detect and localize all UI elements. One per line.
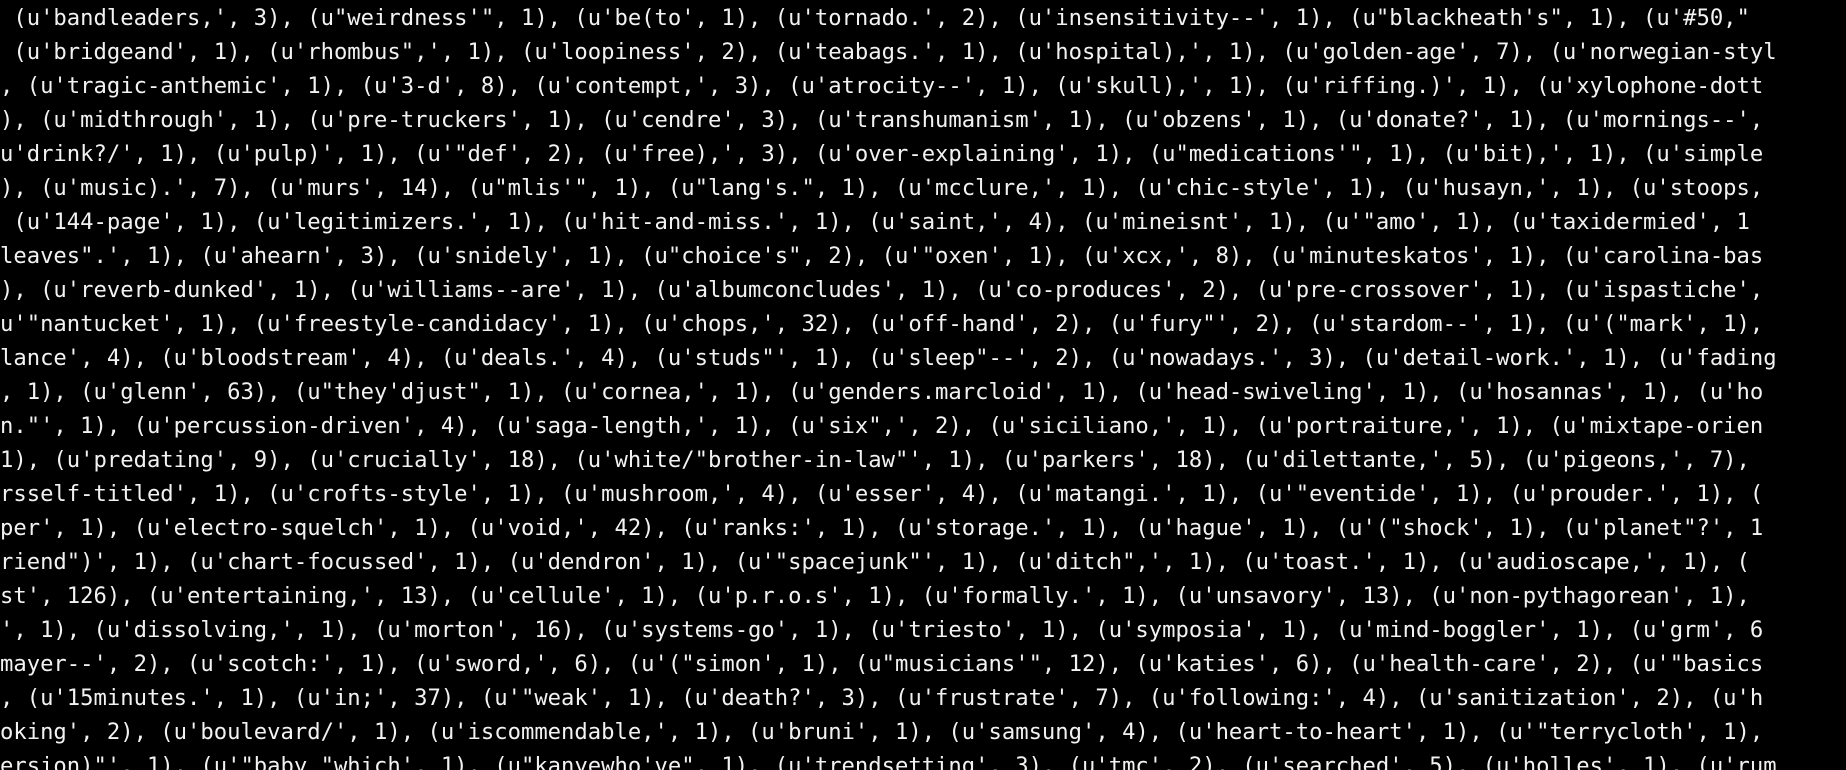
terminal-line: rsself-titled', 1), (u'crofts-style', 1)… — [0, 481, 1764, 507]
terminal-line: per', 1), (u'electro-squelch', 1), (u'vo… — [0, 515, 1764, 541]
terminal-line: ), (u'midthrough', 1), (u'pre-truckers',… — [0, 107, 1764, 133]
terminal-line: (u'bandleaders,', 3), (u"weirdness'", 1)… — [0, 5, 1750, 31]
terminal-line: , (u'tragic-anthemic', 1), (u'3-d', 8), … — [0, 73, 1764, 99]
terminal-line: leaves".', 1), (u'ahearn', 3), (u'snidel… — [0, 243, 1764, 269]
terminal-line: ', 1), (u'dissolving,', 1), (u'morton', … — [0, 617, 1764, 643]
terminal-line: u'"nantucket', 1), (u'freestyle-candidac… — [0, 311, 1764, 337]
terminal-line: (u'bridgeand', 1), (u'rhombus",', 1), (u… — [0, 39, 1777, 65]
terminal-line: , 1), (u'glenn', 63), (u"they'djust", 1)… — [0, 379, 1764, 405]
terminal-line: riend")', 1), (u'chart-focussed', 1), (u… — [0, 549, 1750, 575]
terminal-line: , (u'15minutes.', 1), (u'in;', 37), (u'"… — [0, 685, 1764, 711]
terminal-line: lance', 4), (u'bloodstream', 4), (u'deal… — [0, 345, 1777, 371]
terminal-line: (u'144-page', 1), (u'legitimizers.', 1),… — [0, 209, 1750, 235]
terminal-line: mayer--', 2), (u'scotch:', 1), (u'sword,… — [0, 651, 1764, 677]
terminal-output: (u'bandleaders,', 3), (u"weirdness'", 1)… — [0, 0, 1846, 770]
terminal-line: u'drink?/', 1), (u'pulp)', 1), (u'"def',… — [0, 141, 1764, 167]
terminal-line: st', 126), (u'entertaining,', 13), (u'ce… — [0, 583, 1750, 609]
terminal-window[interactable]: (u'bandleaders,', 3), (u"weirdness'", 1)… — [0, 0, 1846, 770]
terminal-line: oking', 2), (u'boulevard/', 1), (u'iscom… — [0, 719, 1764, 745]
terminal-line: n."', 1), (u'percussion-driven', 4), (u'… — [0, 413, 1764, 439]
terminal-line: ), (u'music).', 7), (u'murs', 14), (u"ml… — [0, 175, 1764, 201]
terminal-line: 1), (u'predating', 9), (u'crucially', 18… — [0, 447, 1750, 473]
terminal-line: ), (u'reverb-dunked', 1), (u'williams--a… — [0, 277, 1764, 303]
terminal-line: ersion)"', 1), (u'"baby "which', 1), (u"… — [0, 753, 1777, 770]
